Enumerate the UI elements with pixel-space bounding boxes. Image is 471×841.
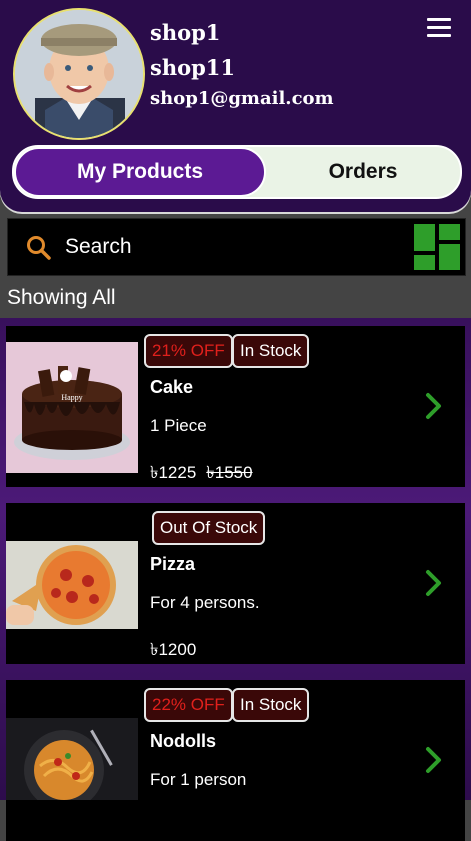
product-image-noodles [6,718,138,800]
chevron-right-icon[interactable] [424,746,444,774]
product-description: For 1 person [150,770,247,789]
product-image-cake: Happy [6,342,138,473]
shop-username: shop11 [150,55,236,80]
product-list: Happy 21% OFF In Stock Cake 1 Piece ৳122… [0,318,471,841]
product-card-cake[interactable]: Happy 21% OFF In Stock Cake 1 Piece ৳122… [6,326,465,487]
products-orders-toggle: My Products Orders [12,145,462,199]
grid-view-icon[interactable] [414,224,460,270]
stock-badge: In Stock [232,334,310,368]
search-bar[interactable]: Search [7,218,466,276]
tab-orders[interactable]: Orders [266,147,460,197]
product-description: For 4 persons. [150,593,260,612]
avatar[interactable] [13,8,145,140]
svg-text:Happy: Happy [61,393,82,402]
product-price: ৳1225 [150,463,197,482]
chevron-right-icon[interactable] [424,392,444,420]
shop-name: shop1 [150,20,221,45]
stock-badge: Out Of Stock [152,511,266,545]
tab-my-products[interactable]: My Products [14,147,266,197]
product-price: ৳1200 [150,640,197,659]
shop-email: shop1@gmail.com [150,88,334,109]
stock-badge: In Stock [232,688,310,722]
search-icon [27,236,51,260]
discount-badge: 21% OFF [144,334,233,368]
product-name: Pizza [150,554,196,574]
product-image-pizza [6,541,138,629]
product-name: Nodolls [150,731,216,751]
product-card-pizza[interactable]: Out Of Stock Pizza For 4 persons. ৳1200 [6,503,465,664]
product-card-nodolls[interactable]: 22% OFF In Stock Nodolls For 1 person [6,680,465,841]
hamburger-menu-icon[interactable] [427,18,451,38]
filter-label: Showing All [7,286,116,309]
product-old-price: ৳1550 [206,463,253,482]
product-name: Cake [150,377,194,397]
product-price-row: ৳1225 ৳1550 [150,460,253,488]
profile-header: shop1 shop11 shop1@gmail.com My Products… [0,0,471,212]
search-input[interactable]: Search [65,235,132,259]
chevron-right-icon[interactable] [424,569,444,597]
discount-badge: 22% OFF [144,688,233,722]
product-description: 1 Piece [150,416,207,435]
